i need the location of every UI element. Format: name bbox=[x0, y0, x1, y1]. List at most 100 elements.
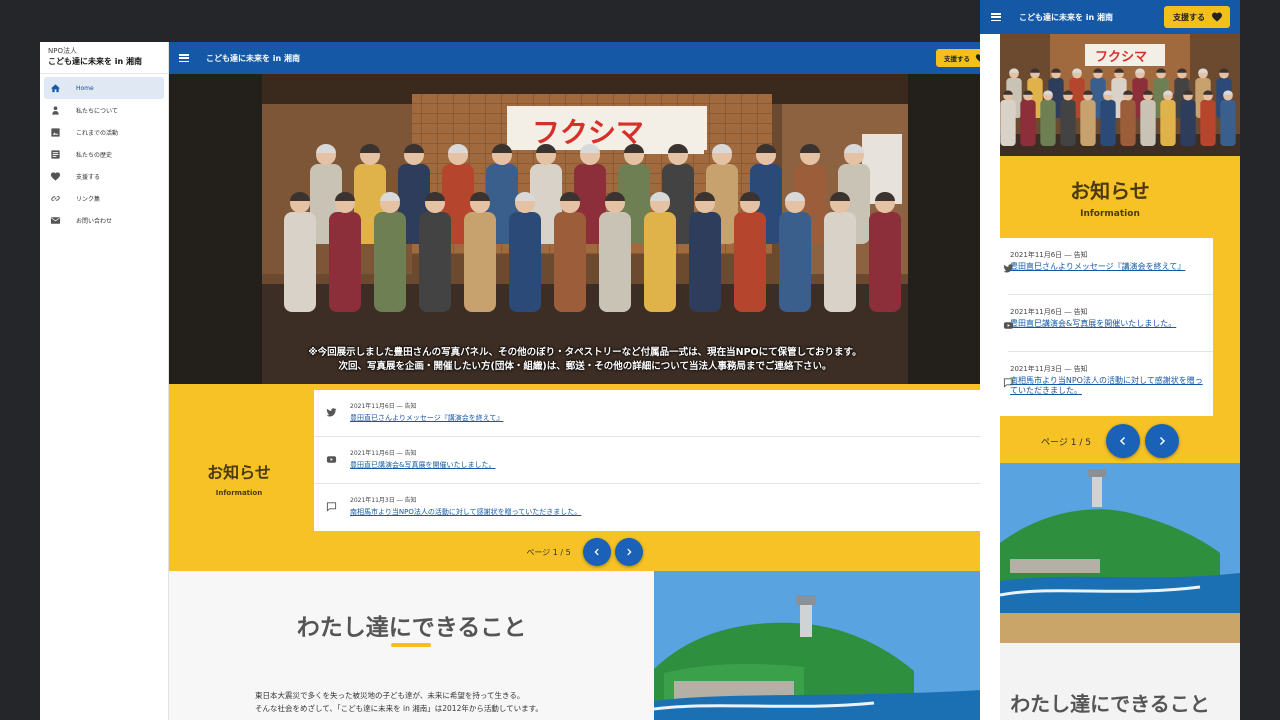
news-title: お知らせ bbox=[207, 462, 271, 482]
sidebar: NPO法人 こども達に未来を in 湘南 Home 私たちについて これまでの活… bbox=[40, 42, 169, 720]
mobile-news-section: お知らせ Information 2021年11月6日 ― 告知 豊田直巳さんよ… bbox=[1000, 156, 1240, 463]
mobile-news-title: お知らせ bbox=[1070, 179, 1150, 203]
mobile-what-title: わたし達にできること bbox=[1010, 692, 1210, 716]
mobile-news-pager: ページ 1 / 5 bbox=[1000, 424, 1220, 458]
news-link[interactable]: 豊田直巳講演会&写真展を開催いたしました。 bbox=[1010, 319, 1205, 329]
sidebar-item-contact[interactable]: お問い合わせ bbox=[44, 209, 164, 231]
youtube-icon bbox=[1003, 322, 1014, 329]
support-button-label: 支援する bbox=[1173, 12, 1205, 22]
news-link[interactable]: 豊田直巳さんよりメッセージ『講演会を終えて』 bbox=[350, 413, 503, 423]
next-page-button[interactable] bbox=[614, 538, 643, 566]
sidebar-item-label: 支援する bbox=[76, 173, 101, 181]
news-link[interactable]: 豊田直巳講演会&写真展を開催いたしました。 bbox=[350, 460, 495, 470]
menu-icon[interactable] bbox=[179, 54, 189, 62]
news-pager: ページ 1 / 5 bbox=[169, 538, 1000, 566]
news-meta: 2021年11月3日 ― 告知 bbox=[350, 497, 417, 504]
next-page-button[interactable] bbox=[1144, 424, 1179, 458]
news-meta: 2021年11月3日 ― 告知 bbox=[1010, 365, 1088, 373]
sidebar-item-history[interactable]: 私たちの歴史 bbox=[44, 143, 164, 165]
news-section: お知らせ Information 2021年11月6日 ― 告知 豊田直巳さんよ… bbox=[169, 384, 1000, 571]
brand-org-type: NPO法人 bbox=[48, 47, 77, 55]
mobile-banner-text: フクシマ bbox=[1095, 49, 1147, 64]
mobile-island-painting bbox=[1000, 463, 1240, 643]
main-content: こども達に未来を in 湘南 支援する フクシマ ※今回展示しました豊田さんの写… bbox=[169, 42, 1000, 720]
group-photo: フクシマ ※今回展示しました豊田さんの写真パネル、その他のぼり・タペストリーなど… bbox=[262, 74, 908, 384]
chevron-left-icon bbox=[594, 548, 599, 556]
news-list: 2021年11月6日 ― 告知 豊田直巳さんよりメッセージ『講演会を終えて』 2… bbox=[314, 390, 994, 531]
mobile-news-list: 2021年11月6日 ― 告知 豊田直巳さんよりメッセージ『講演会を終えて』 2… bbox=[1000, 238, 1213, 416]
home-icon bbox=[50, 83, 61, 92]
mobile-app-title: こども達に未来を in 湘南 bbox=[1019, 12, 1114, 22]
comment-icon bbox=[326, 502, 337, 512]
news-item[interactable]: 2021年11月3日 ― 告知 南相馬市より当NPO法人の活動に対して感謝状を贈… bbox=[314, 484, 994, 531]
what-text-panel: わたし達にできること 東日本大震災で多くを失った被災地の子ども達が、未来に希望を… bbox=[169, 571, 654, 720]
mobile-group-photo: フクシマ bbox=[1000, 34, 1240, 156]
island-painting bbox=[654, 571, 1000, 720]
history-icon bbox=[51, 149, 60, 159]
sidebar-item-about[interactable]: 私たちについて bbox=[44, 99, 164, 121]
hero-caption-line1: ※今回展示しました豊田さんの写真パネル、その他のぼり・タペストリーなど付属品一式… bbox=[308, 347, 862, 358]
sidebar-item-label: 私たちについて bbox=[76, 107, 118, 115]
menu-icon[interactable] bbox=[991, 13, 1001, 21]
news-item[interactable]: 2021年11月6日 ― 告知 豊田直巳さんよりメッセージ『講演会を終えて』 bbox=[314, 390, 994, 437]
news-meta: 2021年11月6日 ― 告知 bbox=[1010, 251, 1088, 259]
news-meta: 2021年11月6日 ― 告知 bbox=[350, 450, 417, 457]
mobile-app-bar: こども達に未来を in 湘南 支援する bbox=[980, 0, 1240, 34]
news-item[interactable]: 2021年11月6日 ― 告知 豊田直巳講演会&写真展を開催いたしました。 bbox=[1008, 295, 1213, 352]
chevron-left-icon bbox=[1119, 436, 1125, 446]
news-meta: 2021年11月6日 ― 告知 bbox=[1010, 308, 1088, 316]
banner-text: フクシマ bbox=[532, 117, 644, 148]
sidebar-item-label: これまでの活動 bbox=[76, 129, 119, 137]
hero-caption-line2: 次回、写真展を企画・開催したい方(団体・組織)は、郵送・その他の詳細について当法… bbox=[338, 361, 832, 372]
prev-page-button[interactable] bbox=[582, 538, 611, 566]
brand-name: こども達に未来を in 湘南 bbox=[48, 57, 143, 66]
mobile-group-photo-illustration: フクシマ bbox=[1000, 34, 1240, 156]
island-painting-illustration bbox=[654, 571, 1000, 720]
sidebar-item-activities[interactable]: これまでの活動 bbox=[44, 121, 164, 143]
news-link[interactable]: 豊田直巳さんよりメッセージ『講演会を終えて』 bbox=[1010, 262, 1205, 272]
sidebar-item-home[interactable]: Home bbox=[44, 77, 164, 99]
heart-icon bbox=[1212, 12, 1222, 22]
news-meta: 2021年11月6日 ― 告知 bbox=[350, 403, 417, 410]
image-icon bbox=[51, 127, 60, 137]
news-link[interactable]: 南相馬市より当NPO法人の活動に対して感謝状を贈っていただきました。 bbox=[1010, 376, 1205, 396]
hero: フクシマ ※今回展示しました豊田さんの写真パネル、その他のぼり・タペストリーなど… bbox=[169, 74, 1000, 384]
sidebar-item-label: 私たちの歴史 bbox=[76, 151, 113, 159]
mobile-island-painting-illustration bbox=[1000, 463, 1240, 643]
twitter-icon bbox=[1003, 264, 1014, 273]
what-body-line2: そんな社会をめざして、「こども達に未来を in 湘南」は2012年から活動してい… bbox=[255, 704, 543, 713]
mail-icon bbox=[50, 216, 61, 224]
hero-caption: ※今回展示しました豊田さんの写真パネル、その他のぼり・タペストリーなど付属品一式… bbox=[262, 346, 908, 374]
what-we-can-do-section: わたし達にできること 東日本大震災で多くを失った被災地の子ども達が、未来に希望を… bbox=[169, 571, 1000, 720]
sidebar-nav: Home 私たちについて これまでの活動 私たちの歴史 支援する リンク集 お問… bbox=[40, 77, 168, 231]
mobile-support-button[interactable]: 支援する bbox=[1164, 6, 1230, 28]
chevron-right-icon bbox=[626, 548, 632, 556]
sidebar-item-support[interactable]: 支援する bbox=[44, 165, 164, 187]
about-icon bbox=[52, 105, 59, 115]
mobile-preview: こども達に未来を in 湘南 支援する フクシマ お知らせ Informatio… bbox=[980, 0, 1240, 720]
comment-icon bbox=[1003, 378, 1014, 388]
desktop-preview: NPO法人 こども達に未来を in 湘南 Home 私たちについて これまでの活… bbox=[40, 42, 1000, 720]
news-subtitle: Information bbox=[215, 488, 263, 497]
title-underline bbox=[391, 643, 431, 647]
sidebar-item-label: お問い合わせ bbox=[76, 217, 113, 225]
prev-page-button[interactable] bbox=[1105, 424, 1140, 458]
what-body: 東日本大震災で多くを失った被災地の子ども達が、未来に希望を持って生きる。 そんな… bbox=[255, 689, 543, 715]
pager-label: ページ 1 / 5 bbox=[1041, 437, 1091, 448]
news-item[interactable]: 2021年11月6日 ― 告知 豊田直巳講演会&写真展を開催いたしました。 bbox=[314, 437, 994, 484]
what-title: わたし達にできること bbox=[296, 615, 527, 641]
app-bar: こども達に未来を in 湘南 支援する bbox=[169, 42, 1000, 74]
what-body-line1: 東日本大震災で多くを失った被災地の子ども達が、未来に希望を持って生きる。 bbox=[255, 691, 525, 700]
twitter-icon bbox=[326, 408, 337, 417]
sidebar-item-label: Home bbox=[76, 84, 94, 92]
mobile-news-subtitle: Information bbox=[1080, 209, 1140, 219]
brand[interactable]: NPO法人 こども達に未来を in 湘南 bbox=[40, 42, 168, 74]
group-photo-illustration: フクシマ bbox=[262, 74, 908, 384]
pager-label: ページ 1 / 5 bbox=[526, 547, 571, 557]
sidebar-item-links[interactable]: リンク集 bbox=[44, 187, 164, 209]
link-icon bbox=[51, 195, 60, 201]
news-link[interactable]: 南相馬市より当NPO法人の活動に対して感謝状を贈っていただきました。 bbox=[350, 507, 581, 517]
youtube-icon bbox=[326, 456, 337, 463]
news-item[interactable]: 2021年11月6日 ― 告知 豊田直巳さんよりメッセージ『講演会を終えて』 bbox=[1008, 238, 1213, 295]
news-item[interactable]: 2021年11月3日 ― 告知 南相馬市より当NPO法人の活動に対して感謝状を贈… bbox=[1008, 352, 1213, 409]
